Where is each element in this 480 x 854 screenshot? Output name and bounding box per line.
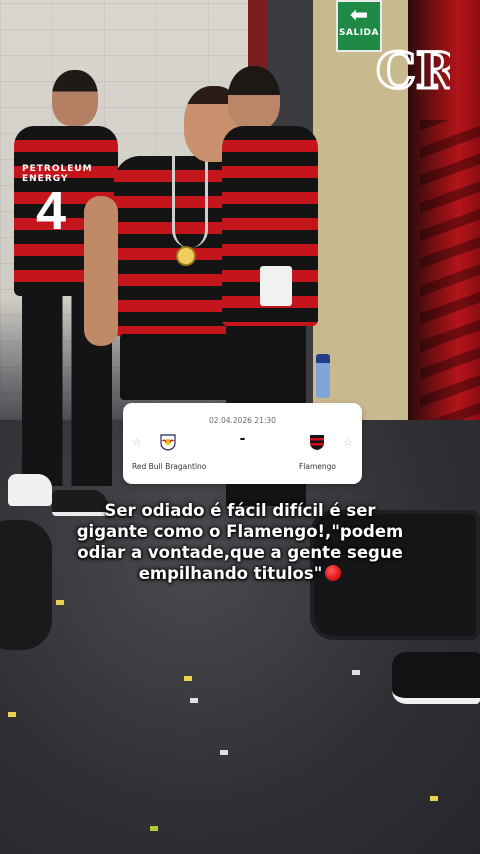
confetti [8,712,16,717]
away-team-name: Flamengo [298,462,336,471]
home-team-name: Red Bull Bragantino [132,462,207,471]
jersey-number: 4 [36,181,67,241]
video-caption: Ser odiado é fácil difícil é ser gigante… [60,500,420,584]
confetti [220,750,228,755]
gold-medal-icon [176,246,196,266]
caption-line: gigante como o Flamengo!,"podem [76,522,404,541]
video-frame: ⬅ SALIDA CRF PETROLEUM ENERGY 4 [0,0,480,854]
crest-monogram: CRF [376,41,450,100]
red-circle-emoji-icon [325,565,342,581]
staff-head [228,66,280,130]
confetti [352,670,360,675]
flamengo-crest-icon [310,435,324,450]
confetti [430,796,438,801]
confetti [184,676,192,681]
match-score: - [239,431,246,447]
arrow-left-icon: ⬅ [349,3,369,28]
sneaker [8,474,52,506]
water-bottle [316,354,330,398]
match-score-card[interactable]: 02.04.2026 21:30 ☆ - ☆ Red Bull Braganti… [123,403,362,484]
confetti [56,600,64,605]
confetti [150,826,158,831]
caption-line-last: empilhando titulos" [60,563,420,584]
player-center-arm [84,196,118,346]
equipment-bag [0,520,52,650]
confetti [190,698,198,703]
sneaker [392,652,480,704]
flamengo-crest-icon: CRF [375,40,451,102]
match-datetime: 02.04.2026 21:30 [209,416,276,425]
caption-line: odiar a vontade,que a gente segue [77,543,403,562]
favorite-star-icon[interactable]: ☆ [343,436,353,449]
caption-line: Ser odiado é fácil difícil é ser [104,501,376,520]
caption-line: empilhando titulos" [138,564,323,583]
credential-badge [260,266,292,306]
